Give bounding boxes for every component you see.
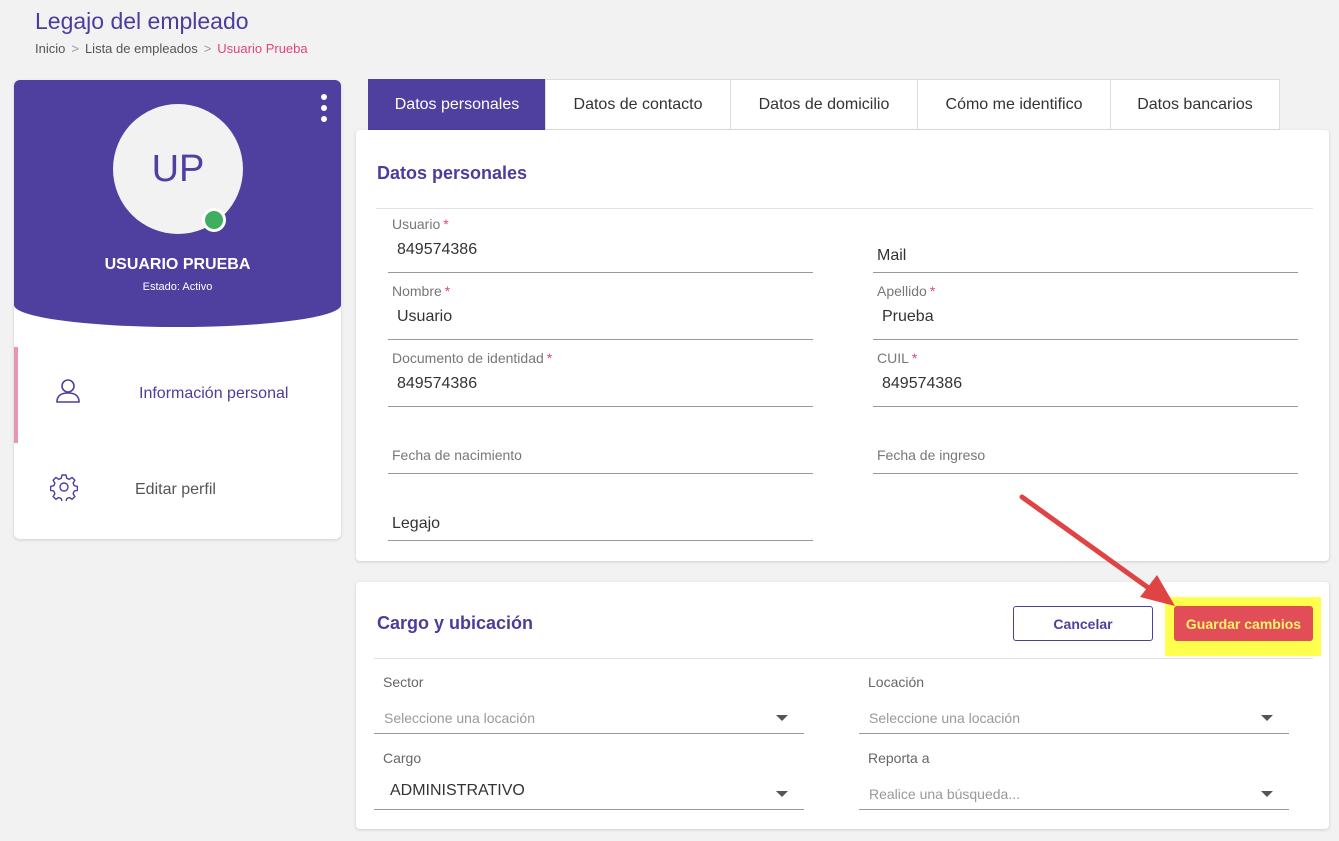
breadcrumb-separator: > <box>71 41 79 56</box>
breadcrumb-home[interactable]: Inicio <box>35 41 65 56</box>
online-status-dot <box>202 208 226 232</box>
tab-contact-data[interactable]: Datos de contacto <box>545 79 731 130</box>
cuil-value: 849574386 <box>882 375 963 392</box>
first-name-value: Usuario <box>397 308 453 325</box>
last-name-value: Prueba <box>882 308 934 325</box>
chevron-down-icon[interactable] <box>1261 791 1273 797</box>
tab-bar: Datos personales Datos de contacto Datos… <box>368 79 1280 130</box>
chevron-down-icon[interactable] <box>1261 715 1273 721</box>
sector-label: Sector <box>383 674 424 690</box>
user-status: Estado: Activo <box>142 281 213 293</box>
required-mark: * <box>929 283 936 299</box>
sidebar-item-label: Información personal <box>139 385 289 402</box>
mail-label: Mail <box>877 247 907 264</box>
breadcrumb-employee-list[interactable]: Lista de empleados <box>85 41 198 56</box>
section-title: Datos personales <box>377 163 528 183</box>
required-mark: * <box>444 283 451 299</box>
id-document-label: Documento de identidad <box>392 350 544 366</box>
id-document-field[interactable]: Documento de identidad * 849574386 <box>388 341 813 407</box>
user-icon <box>56 379 80 403</box>
sidebar-item-edit-profile[interactable]: Editar perfil <box>14 443 341 539</box>
chevron-down-icon[interactable] <box>776 791 788 797</box>
first-name-field[interactable]: Nombre * Usuario <box>388 274 813 340</box>
reports-to-select[interactable]: Reporta a Realice una búsqueda... <box>859 750 1289 810</box>
birth-date-label: Fecha de nacimiento <box>392 447 522 463</box>
breadcrumb-separator: > <box>203 41 212 56</box>
chevron-down-icon[interactable] <box>776 715 788 721</box>
profile-header: UP USUARIO PRUEBA Estado: Activo <box>14 80 341 327</box>
save-changes-button[interactable]: Guardar cambios <box>1174 606 1313 641</box>
cuil-label: CUIL <box>877 350 909 366</box>
sidebar-item-personal-info[interactable]: Información personal <box>14 347 341 443</box>
sector-select[interactable]: Sector Seleccione una locación <box>374 674 804 734</box>
cancel-button[interactable]: Cancelar <box>1013 606 1153 641</box>
sector-placeholder: Seleccione una locación <box>384 710 535 726</box>
position-select[interactable]: Cargo ADMINISTRATIVO <box>374 750 804 810</box>
breadcrumb: Inicio > Lista de empleados > Usuario Prueba <box>35 41 308 56</box>
tab-personal-data[interactable]: Datos personales <box>368 79 546 130</box>
tab-address-data[interactable]: Datos de domicilio <box>730 79 918 130</box>
last-name-field[interactable]: Apellido * Prueba <box>873 274 1298 340</box>
username-value: 849574386 <box>397 241 478 258</box>
mail-field[interactable]: Mail <box>873 207 1298 273</box>
last-name-label: Apellido <box>877 283 927 299</box>
divider <box>374 658 1313 659</box>
id-document-value: 849574386 <box>397 375 478 392</box>
required-mark: * <box>546 350 553 366</box>
file-number-label: Legajo <box>392 515 441 532</box>
first-name-label: Nombre <box>392 283 442 299</box>
reports-to-placeholder: Realice una búsqueda... <box>869 786 1020 802</box>
username-label: Usuario <box>392 216 441 232</box>
breadcrumb-current: Usuario Prueba <box>217 41 308 56</box>
required-mark: * <box>911 350 918 366</box>
reports-to-label: Reporta a <box>868 750 930 766</box>
location-label: Locación <box>868 674 925 690</box>
more-options-icon[interactable] <box>321 94 327 122</box>
profile-card: UP USUARIO PRUEBA Estado: Activo Informa… <box>14 80 341 539</box>
hire-date-field[interactable]: Fecha de ingreso <box>873 408 1298 474</box>
tab-identity[interactable]: Cómo me identifico <box>917 79 1111 130</box>
sidebar-item-label: Editar perfil <box>135 481 216 498</box>
position-value: ADMINISTRATIVO <box>390 782 525 799</box>
tab-bank-data[interactable]: Datos bancarios <box>1110 79 1280 130</box>
section-title: Cargo y ubicación <box>377 613 534 633</box>
birth-date-field[interactable]: Fecha de nacimiento <box>388 408 813 474</box>
page-title: Legajo del empleado <box>35 8 249 34</box>
file-number-field[interactable]: Legajo <box>388 475 813 541</box>
gear-icon <box>50 474 78 501</box>
location-placeholder: Seleccione una locación <box>869 710 1020 726</box>
location-select[interactable]: Locación Seleccione una locación <box>859 674 1289 734</box>
cuil-field[interactable]: CUIL * 849574386 <box>873 341 1298 407</box>
username-field[interactable]: Usuario * 849574386 <box>388 207 813 273</box>
hire-date-label: Fecha de ingreso <box>877 447 986 463</box>
position-label: Cargo <box>383 750 422 766</box>
required-mark: * <box>443 216 449 232</box>
user-name: USUARIO PRUEBA <box>104 256 251 273</box>
